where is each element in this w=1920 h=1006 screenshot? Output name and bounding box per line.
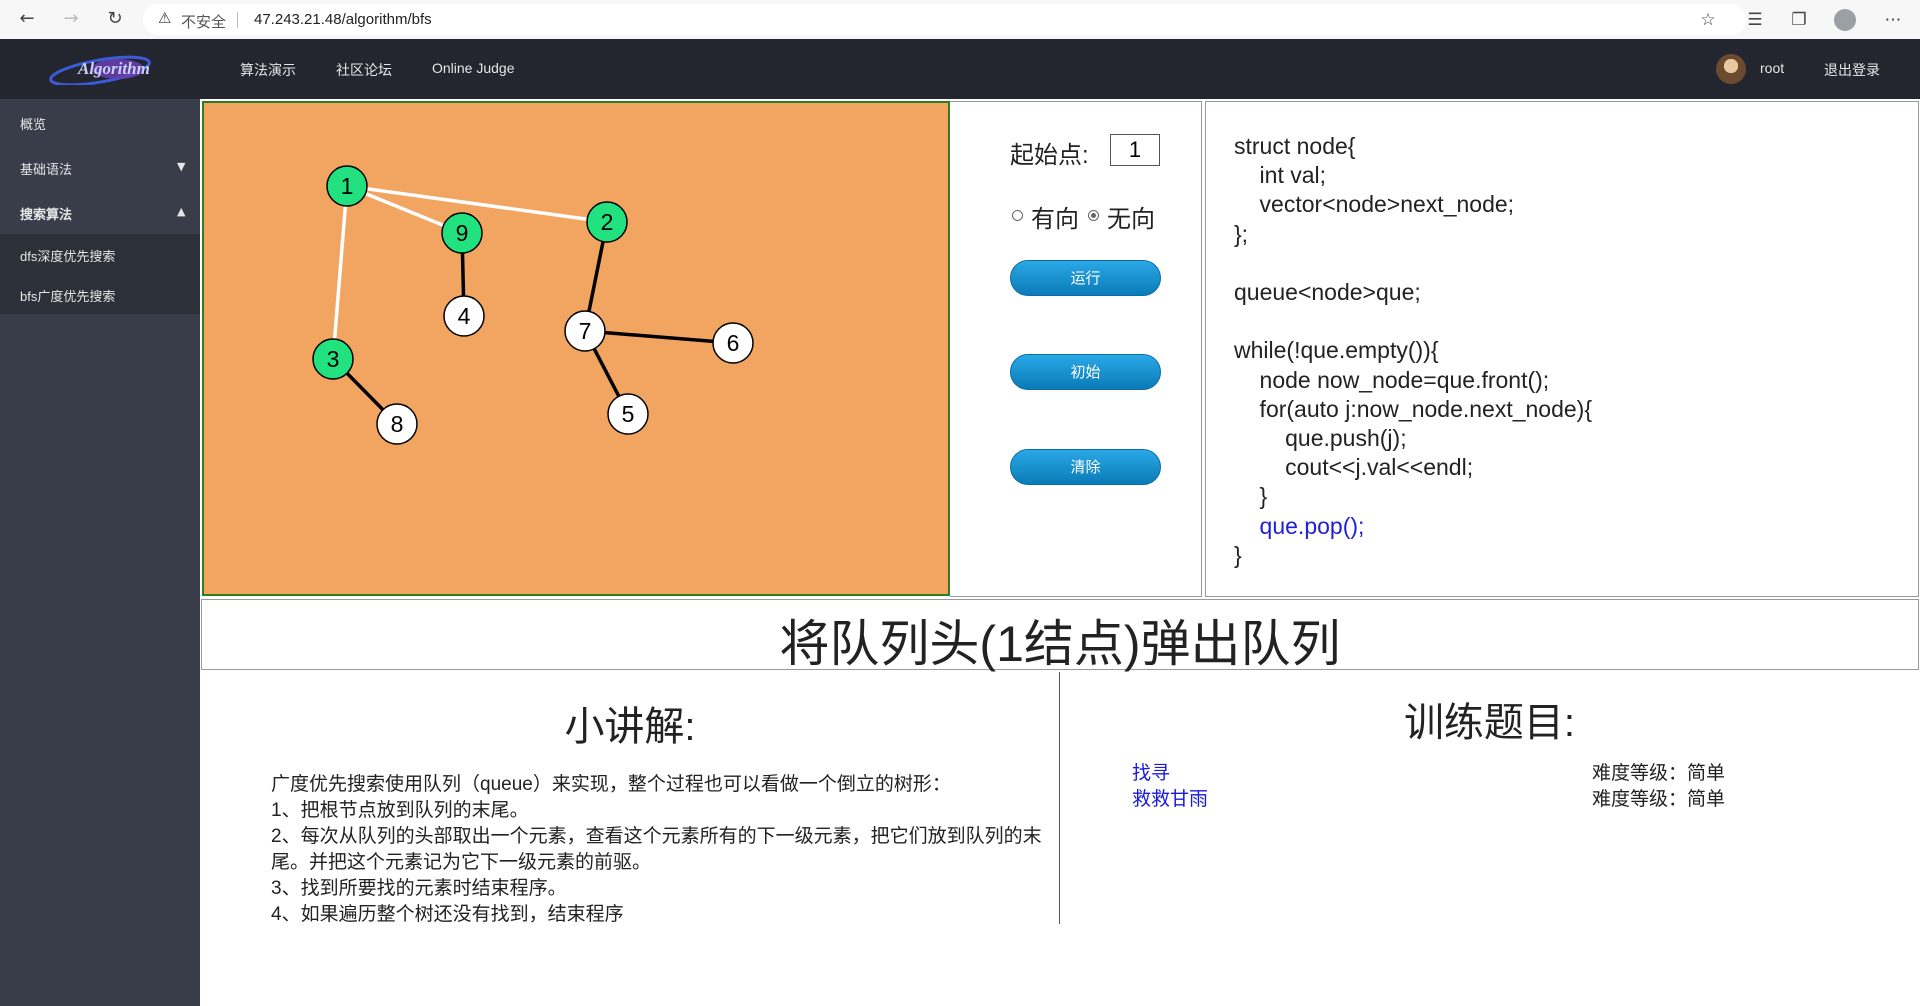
sidebar-item-label: dfs深度优先搜索 xyxy=(20,249,116,264)
back-arrow-icon[interactable]: ← xyxy=(16,8,38,30)
sidebar-submenu: dfs深度优先搜索 bfs广度优先搜索 xyxy=(0,234,200,314)
problem-difficulty: 难度等级：简单 xyxy=(1592,763,1726,784)
avatar[interactable] xyxy=(1716,54,1746,84)
address-divider xyxy=(237,12,238,28)
logo[interactable]: Algorithm xyxy=(48,53,152,85)
code-line: } xyxy=(1234,483,1268,510)
url-text[interactable]: 47.243.21.48/algorithm/bfs xyxy=(254,11,432,28)
lecture-section: 小讲解: 广度优先搜索使用队列（queue）来实现，整个过程也可以看做一个倒立的… xyxy=(201,672,1060,925)
graph-node-label: 3 xyxy=(327,346,340,372)
sidebar-item-basic-syntax[interactable]: 基础语法 ▼ xyxy=(0,144,200,189)
caret-up-icon: ▲ xyxy=(177,205,186,218)
sidebar-item-dfs[interactable]: dfs深度优先搜索 xyxy=(0,234,200,274)
favorite-star-icon[interactable]: ☆ xyxy=(1696,8,1720,32)
logout-link[interactable]: 退出登录 xyxy=(1824,60,1880,80)
start-node-input[interactable] xyxy=(1110,134,1160,166)
code-line: int val; xyxy=(1234,162,1327,189)
sidebar-item-label: 基础语法 xyxy=(20,162,73,177)
security-label: 不安全 xyxy=(181,14,227,31)
graph-node-label: 9 xyxy=(456,220,469,246)
lecture-title: 小讲解: xyxy=(564,705,696,749)
warning-icon: ⚠ xyxy=(158,9,172,27)
code-block: struct node{ int val; vector<node>next_n… xyxy=(1234,132,1592,570)
sidebar-item-label: 搜索算法 xyxy=(20,207,73,222)
code-line: que.pop(); xyxy=(1234,512,1365,539)
step-status-bar: 将队列头(1结点)弹出队列 xyxy=(201,599,1919,672)
nav-online-judge[interactable]: Online Judge xyxy=(432,60,515,76)
problem-difficulty: 难度等级：简单 xyxy=(1592,789,1726,810)
init-button[interactable]: 初始 xyxy=(1010,354,1161,390)
code-line: cout<<j.val<<endl; xyxy=(1234,454,1474,481)
clear-button[interactable]: 清除 xyxy=(1010,449,1161,485)
code-panel: struct node{ int val; vector<node>next_n… xyxy=(1205,101,1919,597)
nav-forum[interactable]: 社区论坛 xyxy=(336,60,392,80)
graph-svg[interactable]: 1 9 2 4 7 6 3 5 8 xyxy=(204,103,948,594)
code-line: while(!que.empty()){ xyxy=(1234,337,1439,364)
sidebar-item-search-algorithms[interactable]: 搜索算法 ▲ xyxy=(0,189,200,234)
caret-down-icon: ▼ xyxy=(177,160,186,173)
nav-algorithm-demo[interactable]: 算法演示 xyxy=(240,60,296,80)
favorites-list-icon[interactable]: ☰ xyxy=(1743,8,1767,32)
problem-link[interactable]: 救救甘雨 xyxy=(1132,784,1208,811)
profile-icon[interactable] xyxy=(1834,9,1856,31)
code-line: struct node{ xyxy=(1234,133,1356,159)
code-line: vector<node>next_node; xyxy=(1234,191,1515,218)
collections-icon[interactable]: ❐ xyxy=(1787,8,1811,32)
lecture-paragraph: 广度优先搜索使用队列（queue）来实现，整个过程也可以看做一个倒立的树形： xyxy=(271,774,951,795)
graph-node-label: 6 xyxy=(727,330,740,356)
address-bar[interactable]: ⚠ 不安全 47.243.21.48/algorithm/bfs xyxy=(143,4,1746,35)
step-status-text: 将队列头(1结点)弹出队列 xyxy=(779,616,1341,672)
graph-edge xyxy=(346,184,608,224)
reload-icon[interactable]: ↻ xyxy=(104,8,126,30)
forward-arrow-icon[interactable]: → xyxy=(60,8,82,30)
code-line: queue<node>que; xyxy=(1234,279,1421,306)
code-line: que.push(j); xyxy=(1234,425,1407,452)
graph-edge xyxy=(331,185,349,360)
lecture-paragraph: 1、把根节点放到队列的末尾。 xyxy=(271,800,529,821)
graph-edge xyxy=(584,329,734,345)
problem-link[interactable]: 找寻 xyxy=(1132,758,1170,785)
logo-text: Algorithm xyxy=(78,59,150,78)
username[interactable]: root xyxy=(1760,60,1784,76)
sidebar-item-overview[interactable]: 概览 xyxy=(0,99,200,144)
undirected-label: 无向 xyxy=(1107,206,1155,233)
lecture-paragraph: 3、找到所要找的元素时结束程序。 xyxy=(271,878,567,899)
start-node-label: 起始点: xyxy=(1010,142,1089,169)
directed-radio[interactable] xyxy=(1012,210,1023,221)
sidebar: 概览 基础语法 ▼ 搜索算法 ▲ dfs深度优先搜索 bfs广度优先搜索 xyxy=(0,99,200,1006)
graph-node-label: 8 xyxy=(391,411,404,437)
sidebar-item-label: 概览 xyxy=(20,117,47,132)
directed-label: 有向 xyxy=(1031,206,1079,233)
sidebar-item-bfs[interactable]: bfs广度优先搜索 xyxy=(0,274,200,314)
code-line: node now_node=que.front(); xyxy=(1234,366,1550,393)
undirected-radio[interactable] xyxy=(1088,210,1099,221)
sidebar-item-label: bfs广度优先搜索 xyxy=(20,289,116,304)
control-panel: 起始点: 有向 无向 运行 初始 清除 xyxy=(950,101,1202,597)
code-line: } xyxy=(1234,541,1242,568)
more-menu-icon[interactable]: ⋯ xyxy=(1881,8,1905,32)
graph-node-label: 4 xyxy=(458,303,471,329)
graph-canvas[interactable]: 1 9 2 4 7 6 3 5 8 xyxy=(202,101,950,596)
graph-node-label: 5 xyxy=(622,401,635,427)
lecture-paragraph: 4、如果遍历整个树还没有找到，结束程序 xyxy=(271,904,624,925)
lecture-paragraph: 2、每次从队列的头部取出一个元素，查看这个元素所有的下一级元素，把它们放到队列的… xyxy=(271,826,1042,873)
lecture-body: 广度优先搜索使用队列（queue）来实现，整个过程也可以看做一个倒立的树形： 1… xyxy=(271,772,1051,928)
code-line: }; xyxy=(1234,220,1249,247)
run-button[interactable]: 运行 xyxy=(1010,260,1161,296)
graph-node-label: 2 xyxy=(601,209,614,235)
browser-toolbar: ← → ↻ ⚠ 不安全 47.243.21.48/algorithm/bfs ☆… xyxy=(0,0,1920,40)
top-navigation: Algorithm 算法演示 社区论坛 Online Judge root 退出… xyxy=(0,39,1920,99)
graph-node-label: 7 xyxy=(579,318,592,344)
code-line: for(auto j:now_node.next_node){ xyxy=(1234,395,1593,422)
graph-node-label: 1 xyxy=(341,173,354,199)
training-section: 训练题目: 找寻 难度等级：简单 救救甘雨 难度等级：简单 xyxy=(1060,672,1919,924)
training-title: 训练题目: xyxy=(1403,701,1576,745)
